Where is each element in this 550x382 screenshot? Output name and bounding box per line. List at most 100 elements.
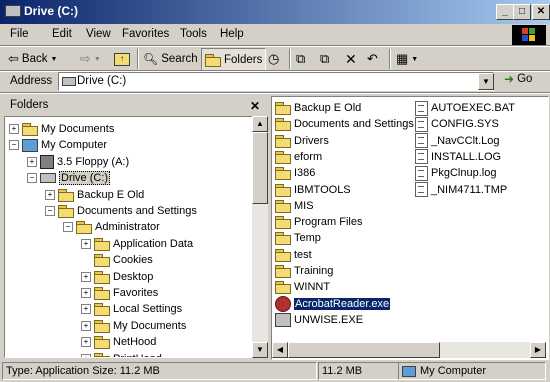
scroll-up-button[interactable]: ▲ [252,116,268,132]
file-item[interactable]: Temp [275,230,321,246]
file-item[interactable]: Training [275,263,333,279]
close-button[interactable]: ✕ [532,4,550,20]
file-item[interactable]: CONFIG.SYS [415,116,499,132]
file-item[interactable]: AUTOEXEC.BAT [415,100,515,116]
scroll-thumb[interactable] [288,342,440,358]
back-button[interactable]: ⇦ Back ▼ [8,48,57,70]
expand-icon[interactable]: + [81,337,91,348]
collapse-icon[interactable]: − [45,206,55,216]
scroll-down-button[interactable]: ▼ [252,342,268,358]
file-item[interactable]: _NavCClt.Log [415,133,499,149]
file-item[interactable]: Drivers [275,133,329,149]
tree-item[interactable]: + Favorites [81,285,158,301]
undo-button[interactable]: ↶ [367,48,378,70]
history-button[interactable]: ◷ [268,48,279,70]
document-icon [415,165,428,181]
tree-item[interactable]: − Administrator [63,219,160,235]
file-item[interactable]: I386 [275,165,315,181]
file-item[interactable]: INSTALL.LOG [415,149,501,165]
tree-item[interactable]: + My Documents [9,121,114,137]
file-item[interactable]: Backup E Old [275,100,361,116]
expand-icon[interactable]: + [81,320,91,331]
copy-to-button[interactable]: ⧉ [320,48,329,70]
close-icon[interactable]: ✕ [250,99,260,113]
folders-pane-title: Folders [10,99,49,111]
address-field[interactable]: Drive (C:) [58,72,494,91]
folder-icon [275,248,291,262]
collapse-icon[interactable]: − [9,140,19,151]
file-item[interactable]: IBMTOOLS [275,182,351,198]
folders-label: Folders [224,54,263,66]
file-item-label: IBMTOOLS [294,183,351,196]
file-item-label: AUTOEXEC.BAT [431,102,515,114]
menu-tools[interactable]: Tools [180,28,207,40]
views-button[interactable]: ▦ ▼ [396,48,418,70]
menu-help[interactable]: Help [220,28,244,40]
menu-file[interactable]: File [10,28,29,40]
file-item-label: Drivers [294,134,329,147]
scroll-left-button[interactable]: ◀ [272,342,288,358]
folder-icon [94,254,110,268]
file-item-label: AcrobatReader.exe [294,297,391,310]
chevron-down-icon: ▼ [411,55,419,63]
file-item-label: PkgClnup.log [431,167,497,180]
forward-button[interactable]: ⇨ ▼ [80,48,101,70]
file-item[interactable]: test [275,247,312,263]
title-bar[interactable]: Drive (C:) _ □ ✕ [0,0,550,24]
menu-view[interactable]: View [86,28,111,40]
folder-icon [275,118,291,132]
tree-item[interactable]: + Desktop [81,269,153,285]
folders-button[interactable]: Folders [201,48,267,72]
address-dropdown-button[interactable]: ▼ [478,73,494,90]
tree-item[interactable]: − Drive (C:) [27,170,111,186]
expand-icon[interactable]: + [27,156,37,167]
tree-item[interactable]: Cookies [81,252,153,268]
tree-item[interactable]: − My Computer [9,137,107,153]
minimize-button[interactable]: _ [496,4,514,20]
file-item[interactable]: WINNT [275,279,330,295]
file-item[interactable]: Documents and Settings [275,116,414,132]
history-icon: ◷ [268,51,280,66]
tree-vertical-scrollbar[interactable]: ▲ ▼ [252,116,268,358]
go-button[interactable]: ➜ Go [504,72,532,86]
files-horizontal-scrollbar[interactable]: ◀ ▶ [272,342,546,358]
file-item[interactable]: AcrobatReader.exe [275,295,391,312]
expand-icon[interactable]: + [81,288,91,298]
file-item[interactable]: Program Files [275,214,362,230]
scroll-right-button[interactable]: ▶ [530,342,546,358]
search-button[interactable]: 🔍︎ Search [143,48,198,70]
scroll-thumb[interactable] [252,132,268,204]
file-list[interactable]: Backup E Old Documents and Settings Driver… [271,96,549,360]
tree-item[interactable]: + Local Settings [81,301,182,317]
file-item[interactable]: eform [275,149,322,165]
expand-icon[interactable]: + [9,124,19,134]
file-item[interactable]: MIS [275,198,314,214]
menu-edit[interactable]: Edit [52,28,72,40]
delete-button[interactable]: ✕ [345,48,357,70]
tree-item[interactable]: + My Documents [81,318,186,334]
expand-icon[interactable]: + [81,271,91,282]
tree-item[interactable]: + Backup E Old [45,187,144,203]
expand-icon[interactable]: + [81,353,91,357]
expand-icon[interactable]: + [81,304,91,315]
tree-item[interactable]: +3.5 Floppy (A:) [27,154,129,170]
file-item[interactable]: UNWISE.EXE [275,312,363,328]
expand-icon[interactable]: + [45,189,55,200]
tree-item[interactable]: − Documents and Settings [45,203,197,219]
move-to-button[interactable]: ⧉ [296,48,305,70]
file-item[interactable]: PkgClnup.log [415,165,496,181]
folder-tree[interactable]: + My Documents − My Computer +3.5 Floppy (A:… [4,116,254,358]
tree-item[interactable]: + Application Data [81,236,193,252]
folder-icon [275,150,291,164]
computer-icon [402,365,416,377]
tree-item[interactable]: + PrintHood [81,351,162,357]
computer-icon [22,138,38,152]
tree-item[interactable]: + NetHood [81,334,156,350]
menu-favorites[interactable]: Favorites [122,28,169,40]
up-folder-button[interactable]: ↑ [114,48,130,70]
file-item[interactable]: _NIM4711.TMP [415,182,507,198]
expand-icon[interactable]: + [81,238,91,249]
collapse-icon[interactable]: − [63,222,73,233]
collapse-icon[interactable]: − [27,173,37,184]
maximize-button[interactable]: □ [513,4,531,20]
